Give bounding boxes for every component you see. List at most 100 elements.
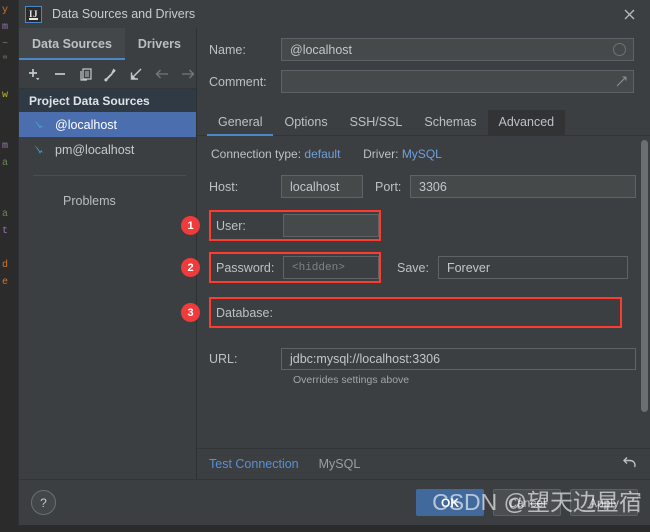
port-label: Port: — [363, 180, 410, 194]
tab-data-sources-label: Data Sources — [32, 37, 112, 51]
url-input-value: jdbc:mysql://localhost:3306 — [290, 352, 440, 366]
data-sources-and-drivers-dialog: IJ Data Sources and Drivers Data Sources… — [18, 0, 650, 525]
settings-scrollbar[interactable] — [641, 140, 648, 412]
remove-icon[interactable] — [52, 66, 67, 82]
password-field-highlight: Password: <hidden> — [209, 252, 381, 283]
tab-data-sources[interactable]: Data Sources — [19, 28, 125, 60]
color-swatch-icon[interactable] — [613, 43, 626, 56]
password-row: 2 Password: <hidden> Save: Forever — [209, 252, 636, 283]
user-field-highlight: User: — [209, 210, 381, 241]
port-input[interactable]: 3306 — [410, 175, 636, 198]
host-input-value: localhost — [290, 180, 339, 194]
mysql-icon — [33, 118, 46, 131]
save-password-row: Save: Forever — [397, 256, 628, 279]
user-row: 1 User: — [209, 210, 636, 241]
ok-button-label: OK — [441, 496, 459, 510]
name-input-value: @localhost — [290, 43, 352, 57]
database-input[interactable] — [283, 301, 620, 324]
host-input[interactable]: localhost — [281, 175, 363, 198]
url-row: URL: jdbc:mysql://localhost:3306 — [209, 348, 636, 370]
password-input-value: <hidden> — [292, 262, 345, 274]
help-button-label: ? — [40, 496, 47, 510]
tab-general[interactable]: General — [207, 110, 273, 135]
revert-icon[interactable] — [621, 455, 638, 474]
settings-tabs: General Options SSH/SSL Schemas Advanced — [197, 107, 650, 136]
forward-arrow-icon[interactable] — [180, 66, 196, 82]
ok-button[interactable]: OK — [416, 489, 484, 516]
list-item-label: pm@localhost — [55, 143, 134, 157]
intellij-idea-icon: IJ — [25, 6, 42, 23]
tab-options-label: Options — [284, 115, 327, 129]
top-fields: Name: @localhost Comment: — [197, 28, 650, 102]
comment-label: Comment: — [209, 75, 281, 89]
add-icon[interactable] — [27, 66, 42, 82]
list-divider — [33, 175, 186, 176]
general-tab-panel: Connection type: default Driver: MySQL H… — [197, 136, 650, 448]
back-arrow-icon[interactable] — [154, 66, 170, 82]
connection-type-label: Connection type: — [211, 147, 301, 161]
connection-type-value[interactable]: default — [304, 147, 340, 161]
list-item-problems[interactable]: Problems — [19, 188, 196, 213]
host-port-row: Host: localhost Port: 3306 — [209, 175, 636, 198]
footer-buttons: OK Cancel Apply — [416, 489, 638, 516]
driver-name-label: MySQL — [319, 457, 361, 471]
tab-advanced-label: Advanced — [499, 115, 555, 129]
list-item[interactable]: @localhost — [19, 112, 196, 137]
driver-value[interactable]: MySQL — [402, 147, 442, 161]
save-dropdown-value: Forever — [447, 261, 490, 275]
data-source-settings-pane: Name: @localhost Comment: — [197, 28, 650, 479]
mysql-icon — [33, 143, 46, 156]
tab-drivers-label: Drivers — [138, 37, 181, 51]
user-label: User: — [216, 219, 283, 233]
help-button[interactable]: ? — [31, 490, 56, 515]
tab-ssh-ssl[interactable]: SSH/SSL — [339, 110, 414, 135]
annotation-badge-2: 2 — [181, 258, 200, 277]
annotation-badge-1: 1 — [181, 216, 200, 235]
data-sources-pane: Data Sources Drivers — [19, 28, 197, 479]
name-label: Name: — [209, 43, 281, 57]
comment-input[interactable] — [281, 70, 634, 93]
url-input[interactable]: jdbc:mysql://localhost:3306 — [281, 348, 636, 370]
tab-general-label: General — [218, 115, 262, 129]
list-item[interactable]: pm@localhost — [19, 137, 196, 162]
tab-drivers[interactable]: Drivers — [125, 28, 194, 60]
url-label: URL: — [209, 352, 281, 366]
database-label: Database: — [216, 306, 283, 320]
tab-schemas[interactable]: Schemas — [413, 110, 487, 135]
database-field-highlight: Database: — [209, 297, 622, 328]
connection-meta: Connection type: default Driver: MySQL — [209, 147, 636, 161]
driver-label: Driver: — [363, 147, 398, 161]
tab-advanced[interactable]: Advanced — [488, 110, 566, 135]
apply-button-label: Apply — [589, 496, 619, 510]
test-connection-link[interactable]: Test Connection — [209, 457, 299, 471]
cancel-button-label: Cancel — [508, 496, 545, 510]
copy-icon[interactable] — [78, 66, 93, 82]
cancel-button[interactable]: Cancel — [493, 489, 561, 516]
dialog-titlebar: IJ Data Sources and Drivers — [19, 0, 650, 28]
close-icon[interactable] — [614, 3, 644, 25]
data-sources-list: @localhost pm@localhost Problems — [19, 112, 196, 479]
save-label: Save: — [397, 261, 429, 275]
user-input[interactable] — [283, 214, 379, 237]
annotation-badge-3: 3 — [181, 303, 200, 322]
port-input-value: 3306 — [419, 180, 447, 194]
url-hint: Overrides settings above — [293, 374, 636, 386]
name-input[interactable]: @localhost — [281, 38, 634, 61]
comment-row: Comment: — [209, 70, 634, 93]
apply-button[interactable]: Apply — [570, 489, 638, 516]
password-label: Password: — [216, 261, 283, 275]
tab-schemas-label: Schemas — [424, 115, 476, 129]
name-row: Name: @localhost — [209, 38, 634, 61]
expand-icon[interactable] — [616, 76, 627, 87]
dialog-body: Data Sources Drivers — [19, 28, 650, 479]
import-icon[interactable] — [129, 66, 144, 82]
database-row: 3 Database: — [209, 297, 636, 328]
wrench-icon[interactable] — [103, 66, 118, 82]
test-connection-row: Test Connection MySQL — [197, 448, 650, 479]
save-dropdown[interactable]: Forever — [438, 256, 628, 279]
problems-label: Problems — [63, 194, 116, 208]
data-sources-toolbar — [19, 60, 196, 89]
tab-options[interactable]: Options — [273, 110, 338, 135]
project-data-sources-header: Project Data Sources — [19, 89, 196, 112]
password-input[interactable]: <hidden> — [283, 256, 379, 279]
